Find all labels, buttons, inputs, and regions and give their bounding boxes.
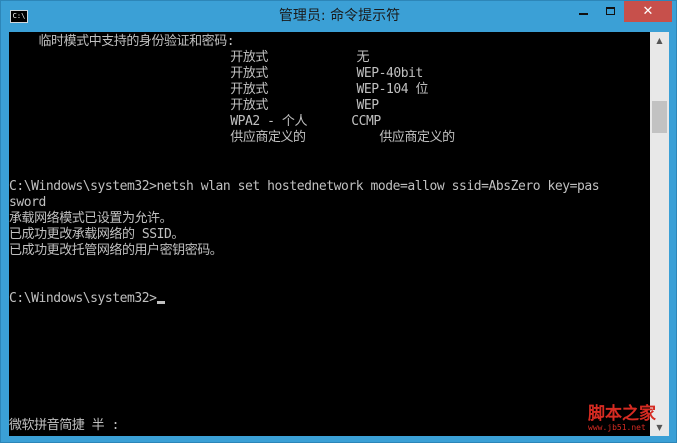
title-bar[interactable]: C:\ 管理员: 命令提示符 ✕ bbox=[1, 1, 677, 32]
console-line: 开放式 WEP-104 位 bbox=[9, 82, 429, 97]
scrollbar-thumb[interactable] bbox=[652, 101, 667, 133]
prompt-text: C:\Windows\system32> bbox=[9, 291, 157, 306]
watermark-url: www.jb51.net bbox=[588, 423, 646, 432]
vertical-scrollbar[interactable]: ▲ ▼ bbox=[650, 32, 669, 436]
console-line: 供应商定义的 供应商定义的 bbox=[9, 130, 455, 145]
ime-status: 微软拼音简捷 半 : bbox=[9, 418, 119, 433]
console-line: 已成功更改托管网络的用户密钥密码。 bbox=[9, 243, 223, 258]
maximize-icon bbox=[606, 7, 615, 15]
console-line: C:\Windows\system32>netsh wlan set hoste… bbox=[9, 179, 600, 194]
prompt-line[interactable]: C:\Windows\system32> bbox=[9, 291, 165, 307]
text-cursor bbox=[156, 301, 165, 304]
console-line: WPA2 - 个人 CCMP bbox=[9, 114, 381, 129]
console-output[interactable]: 临时模式中支持的身份验证和密码: 开放式 无 开放式 WEP-40bit 开放式… bbox=[9, 32, 650, 436]
console-line: sword bbox=[9, 195, 46, 210]
maximize-button[interactable] bbox=[597, 1, 624, 22]
console-line: 开放式 WEP bbox=[9, 98, 379, 113]
minimize-icon bbox=[579, 13, 588, 15]
minimize-button[interactable] bbox=[570, 1, 597, 22]
console-line: 临时模式中支持的身份验证和密码: bbox=[9, 34, 235, 49]
console-line: 承载网络模式已设置为允许。 bbox=[9, 211, 173, 226]
watermark-logo: 脚本之家 bbox=[588, 404, 656, 424]
console-line: 开放式 WEP-40bit bbox=[9, 66, 423, 81]
command-prompt-window: C:\ 管理员: 命令提示符 ✕ 临时模式中支持的身份验证和密码: 开放式 无 … bbox=[0, 0, 677, 443]
console-line: 已成功更改承载网络的 SSID。 bbox=[9, 227, 184, 242]
console-line: 开放式 无 bbox=[9, 50, 370, 65]
close-button[interactable]: ✕ bbox=[624, 1, 672, 22]
scroll-up-arrow-icon[interactable]: ▲ bbox=[650, 32, 669, 49]
